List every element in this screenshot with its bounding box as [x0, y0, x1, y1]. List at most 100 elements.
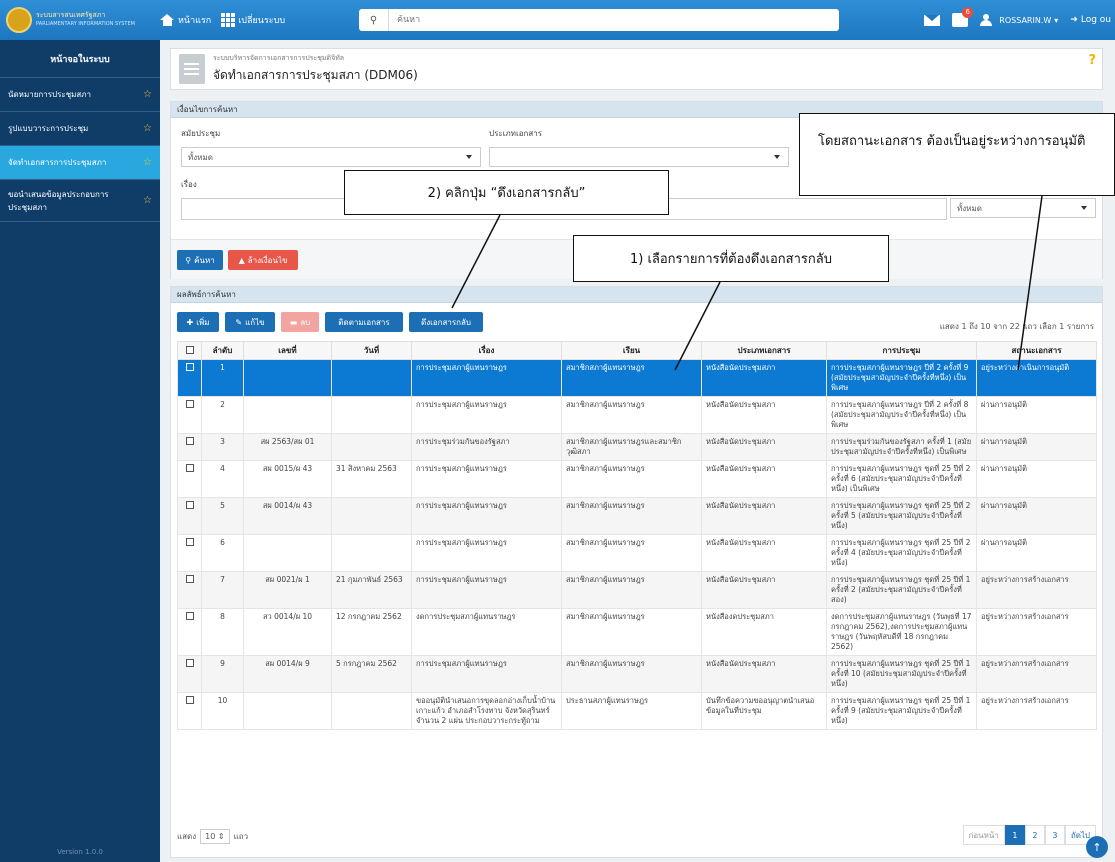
row-checkbox[interactable] [177, 655, 202, 693]
doc-date [331, 497, 412, 535]
meeting-session-select[interactable]: ทั้งหมด [181, 147, 481, 167]
subject: งดการประชุมสภาผู้แทนราษฎร [411, 608, 562, 656]
table-row[interactable]: 2 การประชุมสภาผู้แทนราษฎร สมาชิกสภาผู้แทนร… [177, 396, 1097, 434]
doc-number: สผ 0014/ผ 9 [243, 655, 332, 693]
logout-link[interactable]: ➜ Log ou [1070, 15, 1111, 25]
page-header: ระบบบริหารจัดการเอกสารการประชุมดิจิทัล จ… [170, 48, 1103, 90]
user-menu[interactable]: ROSSARIN.W ▾ [980, 14, 1058, 26]
callout-step-1: 1) เลือกรายการที่ต้องดึงเอกสารกลับ [573, 235, 889, 282]
star-icon[interactable]: ☆ [143, 157, 152, 168]
add-button[interactable]: ✚ เพิ่ม [177, 312, 219, 332]
perpage-suffix: แถว [233, 832, 249, 841]
table-row[interactable]: 9 สผ 0014/ผ 95 กรกฎาคม 2562 การประชุมสภาผู… [177, 655, 1097, 693]
table-row[interactable]: 7 สผ 0021/ผ 1 21 กุมภาพันธ์ 2563 การประชุมส… [177, 571, 1097, 609]
brand-subtitle: PARLIAMENTARY INFORMATION SYSTEM [36, 21, 135, 27]
subject: การประชุมสภาผู้แทนราษฎร [411, 460, 562, 498]
sidebar-item-prepare-documents[interactable]: จัดทำเอกสารการประชุมสภา ☆ [0, 146, 160, 180]
col-header: เลขที่ [243, 341, 332, 360]
row-checkbox[interactable] [177, 433, 202, 461]
doc-type: หนังสือนัดประชุมสภา [701, 359, 827, 397]
row-number: 10 [201, 692, 244, 730]
doc-status: ผ่านการอนุมัติ [976, 497, 1097, 535]
row-checkbox[interactable] [177, 460, 202, 498]
plus-icon: ✚ [186, 317, 194, 327]
row-number: 6 [201, 534, 244, 572]
sidebar-item-present-info[interactable]: ขอนำเสนอข้อมูลประกอบการประชุมสภา ☆ [0, 180, 160, 222]
parliament-logo [6, 7, 32, 33]
row-checkbox[interactable] [177, 692, 202, 730]
pager-page[interactable]: 2 [1024, 825, 1045, 845]
help-icon[interactable]: ? [1088, 53, 1096, 68]
table-row[interactable]: 8 สว 0014/ผ 10 12 กรกฎาคม 2562 งดการประชุมส… [177, 608, 1097, 656]
row-checkbox[interactable] [177, 534, 202, 572]
top-bar: ระบบสารสนเทศรัฐสภา PARLIAMENTARY INFORMA… [0, 0, 1115, 40]
callout-step-2: 2) คลิกปุ่ม “ดึงเอกสารกลับ” [344, 170, 669, 215]
edit-button[interactable]: ✎ แก้ไข [225, 312, 275, 332]
star-icon[interactable]: ☆ [143, 123, 152, 134]
delete-button-label: ลบ [300, 317, 311, 327]
results-panel: ผลลัพธ์การค้นหา ✚ เพิ่ม ✎ แก้ไข ▬ ลบ ติดตาม… [170, 286, 1103, 858]
status-select[interactable]: ทั้งหมด [950, 198, 1096, 218]
col-header: สถานะเอกสาร [976, 341, 1097, 360]
meeting: การประชุมสภาผู้แทนราษฎร ปีที่ 2 ครั้งที่… [826, 359, 977, 397]
brand[interactable]: ระบบสารสนเทศรัฐสภา PARLIAMENTARY INFORMA… [0, 7, 160, 33]
doc-date [331, 534, 412, 572]
mail-icon[interactable] [924, 14, 941, 26]
delete-button[interactable]: ▬ ลบ [281, 312, 319, 332]
row-checkbox[interactable] [177, 608, 202, 656]
doc-status: ผ่านการอนุมัติ [976, 460, 1097, 498]
doc-date [331, 359, 412, 397]
pager-prev[interactable]: ก่อนหน้า [962, 825, 1005, 845]
star-icon[interactable]: ☆ [143, 195, 152, 206]
doc-status: ผ่านการอนุมัติ [976, 534, 1097, 572]
document-type-select[interactable] [489, 147, 789, 167]
user-name: ROSSARIN.W [999, 15, 1052, 25]
recipient: สมาชิกสภาผู้แทนราษฎร [561, 359, 702, 397]
status-value: ทั้งหมด [957, 203, 982, 213]
row-checkbox[interactable] [177, 571, 202, 609]
row-checkbox[interactable] [177, 359, 202, 397]
perpage-label: แสดง [177, 832, 197, 841]
doc-type: หนังสือนัดประชุมสภา [701, 571, 827, 609]
table-row[interactable]: 3 สผ 2563/สผ 01 การประชุมร่วมกันของรัฐสภาส… [177, 433, 1097, 461]
recipient: สมาชิกสภาผู้แทนราษฎร [561, 396, 702, 434]
subject: ขออนุมัตินำเสนอการขุดลอกอ่างเก็บน้ำบ้านเ… [411, 692, 562, 730]
table-row[interactable]: 5 สผ 0014/ผ 43 การประชุมสภาผู้แทนราษฎร สมาช… [177, 497, 1097, 535]
switch-system-link[interactable]: เปลี่ยนระบบ [221, 13, 285, 27]
edit-button-label: แก้ไข [245, 317, 265, 327]
pager-page[interactable]: 1 [1004, 825, 1025, 845]
scroll-top-button[interactable]: ↑ [1086, 836, 1108, 858]
recipient: สมาชิกสภาผู้แทนราษฎร [561, 497, 702, 535]
sidebar-item-label: นัดหมายการประชุมสภา [8, 90, 92, 99]
row-checkbox[interactable] [177, 497, 202, 535]
row-number: 5 [201, 497, 244, 535]
home-label: หน้าแรก [178, 16, 212, 26]
perpage-select[interactable]: 10 ⇕ [200, 829, 230, 844]
home-link[interactable]: หน้าแรก [160, 13, 211, 27]
doc-number [243, 359, 332, 397]
clear-filter-button[interactable]: ▲ ล้างเงื่อนไข [228, 250, 298, 270]
recall-document-button[interactable]: ดึงเอกสารกลับ [409, 312, 483, 332]
select-all-checkbox[interactable] [177, 341, 202, 360]
subject: การประชุมสภาผู้แทนราษฎร [411, 534, 562, 572]
row-checkbox[interactable] [177, 396, 202, 434]
table-row[interactable]: 10 ขออนุมัตินำเสนอการขุดลอกอ่างเก็บน้ำบ้า… [177, 692, 1097, 730]
row-number: 7 [201, 571, 244, 609]
doc-status: อยู่ระหว่างดำเนินการอนุมัติ [976, 359, 1097, 397]
table-row[interactable]: 4 สผ 0015/ผ 43 31 สิงหาคม 2563 การประชุมสภา… [177, 460, 1097, 498]
star-icon[interactable]: ☆ [143, 89, 152, 100]
notification-icon[interactable]: 6 [952, 7, 974, 27]
search-input[interactable] [389, 15, 839, 25]
edit-icon: ✎ [235, 317, 243, 327]
search-button[interactable]: ⚲ ค้นหา [177, 250, 223, 270]
sidebar-item-agenda-format[interactable]: รูปแบบวาระการประชุม ☆ [0, 112, 160, 146]
doc-date [331, 433, 412, 461]
pager-page[interactable]: 3 [1044, 825, 1065, 845]
track-document-button[interactable]: ติดตามเอกสาร [325, 312, 403, 332]
sidebar-item-label: รูปแบบวาระการประชุม [8, 124, 89, 133]
table-row[interactable]: 6 การประชุมสภาผู้แทนราษฎร สมาชิกสภาผู้แทนร… [177, 534, 1097, 572]
search-icon[interactable]: ⚲ [359, 9, 389, 31]
table-row[interactable]: 1 การประชุมสภาผู้แทนราษฎร สมาชิกสภาผู้แทนร… [177, 359, 1097, 397]
track-document-label: ติดตามเอกสาร [338, 317, 390, 327]
sidebar-item-meeting-appointment[interactable]: นัดหมายการประชุมสภา ☆ [0, 78, 160, 112]
